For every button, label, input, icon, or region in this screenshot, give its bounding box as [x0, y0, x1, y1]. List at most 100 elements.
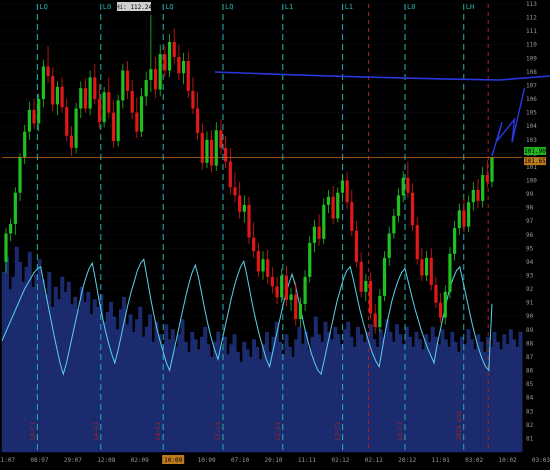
- price-tick-label: 112: [526, 15, 537, 22]
- volume-bar: [265, 331, 269, 453]
- candle-body: [13, 192, 17, 224]
- volume-bar: [193, 339, 198, 453]
- cycle-marker-label: LQ: [39, 3, 47, 11]
- time-tick-label: 02:12: [365, 457, 383, 464]
- cycle-marker-bottom-label: 2014 end: [456, 411, 463, 440]
- price-tick-label: 91: [526, 300, 534, 307]
- candle-body: [406, 177, 410, 193]
- volume-bar: [144, 326, 149, 453]
- cycle-marker-label: L1: [345, 3, 353, 11]
- price-tick-label: 82: [526, 422, 534, 429]
- price-tick-label: 87: [526, 354, 534, 361]
- volume-bar: [141, 336, 146, 453]
- volume-bar: [294, 339, 299, 453]
- volume-bar: [411, 346, 416, 453]
- volume-bar: [164, 324, 169, 453]
- volume-bar: [437, 344, 442, 453]
- candle-body: [354, 230, 359, 262]
- candle-body: [32, 109, 36, 124]
- candle-body: [270, 276, 274, 287]
- volume-bar: [317, 334, 321, 453]
- candle-body: [266, 259, 270, 277]
- chart: LQ L4-C1 L0 L4-C1 LQ L4-C1 LQ LF-C1 L1 L2-C1 L1 L2-…: [0, 0, 550, 470]
- price-tick-label: 100: [526, 177, 537, 184]
- candle-body: [41, 66, 45, 100]
- volume-bar: [209, 356, 214, 453]
- volume-bar: [131, 331, 136, 453]
- price-tick-label: 97: [526, 218, 534, 225]
- time-tick-label: 02:09: [131, 457, 149, 464]
- volume-bar: [187, 351, 191, 453]
- price-tick-label: 95: [526, 245, 534, 252]
- volume-bar: [434, 336, 438, 453]
- candle-body: [448, 253, 452, 292]
- volume-bar: [5, 256, 9, 453]
- time-tick-label: 10:09: [164, 457, 182, 464]
- candle-body: [420, 259, 424, 276]
- candle-body: [107, 92, 111, 113]
- candle-body: [312, 226, 317, 243]
- volume-bar: [346, 321, 351, 453]
- volume-bar: [447, 346, 451, 453]
- time-tick-label: 10:02: [499, 457, 517, 464]
- volume-bar: [300, 344, 305, 453]
- candle-body: [289, 294, 293, 300]
- volume-bar: [362, 341, 367, 453]
- volume-bar: [24, 266, 29, 453]
- volume-bar: [135, 319, 139, 453]
- volume-bar: [8, 289, 13, 453]
- volume-bar: [323, 321, 328, 453]
- price-tick-label: 81: [526, 435, 534, 442]
- volume-bar: [352, 346, 357, 453]
- candle-body: [298, 304, 303, 319]
- price-tick-label: 103: [526, 137, 537, 144]
- candle-body: [238, 195, 242, 212]
- candle-body: [247, 204, 251, 238]
- candle-body: [457, 210, 461, 228]
- candle-body: [336, 192, 340, 219]
- time-tick-label: 11:11: [298, 457, 316, 464]
- candle-body: [135, 112, 139, 132]
- candle-body: [340, 180, 345, 193]
- volume-bar: [443, 339, 448, 453]
- volume-bar: [330, 339, 334, 453]
- volume-bar: [180, 319, 185, 453]
- candle-body: [233, 187, 237, 196]
- candle-body: [471, 189, 475, 203]
- cycle-marker-label: LQ: [165, 3, 173, 11]
- price-tick-label: 88: [526, 340, 534, 347]
- candle-body: [102, 92, 106, 123]
- price-tick-label: 94: [526, 259, 534, 266]
- volume-bar: [86, 291, 91, 453]
- candle-body: [219, 130, 223, 148]
- volume-bar: [427, 341, 432, 453]
- volume-bar: [79, 286, 84, 453]
- volume-bar: [222, 336, 227, 453]
- volume-bar: [313, 316, 318, 453]
- volume-bar: [190, 331, 195, 453]
- volume-bar: [512, 339, 516, 453]
- candle-body: [65, 107, 69, 136]
- candle-body: [410, 192, 415, 226]
- cycle-marker-label: L0: [407, 3, 415, 11]
- candle-body: [125, 70, 130, 91]
- time-tick-label: 20:12: [398, 457, 416, 464]
- volume-bar: [499, 349, 503, 453]
- cycle-marker-bottom-label: L4-C1: [155, 422, 162, 440]
- price-tick-label: 106: [526, 96, 537, 103]
- volume-bar: [404, 326, 409, 453]
- volume-bar: [489, 346, 494, 453]
- candle-body: [97, 99, 102, 123]
- candle-body: [242, 204, 246, 212]
- price-tick-label: 84: [526, 395, 534, 402]
- cycle-marker-bottom-label: L2-C1: [275, 422, 282, 440]
- cycle-marker-bottom-label: L3-C1: [397, 422, 404, 440]
- volume-bar: [417, 339, 422, 453]
- candle-body: [205, 139, 209, 163]
- price-tick-label: 85: [526, 381, 534, 388]
- volume-bar: [109, 301, 113, 453]
- volume-bar: [37, 259, 42, 453]
- volume-bar: [492, 331, 497, 453]
- volume-bar: [284, 334, 289, 453]
- volume-bar: [382, 336, 386, 453]
